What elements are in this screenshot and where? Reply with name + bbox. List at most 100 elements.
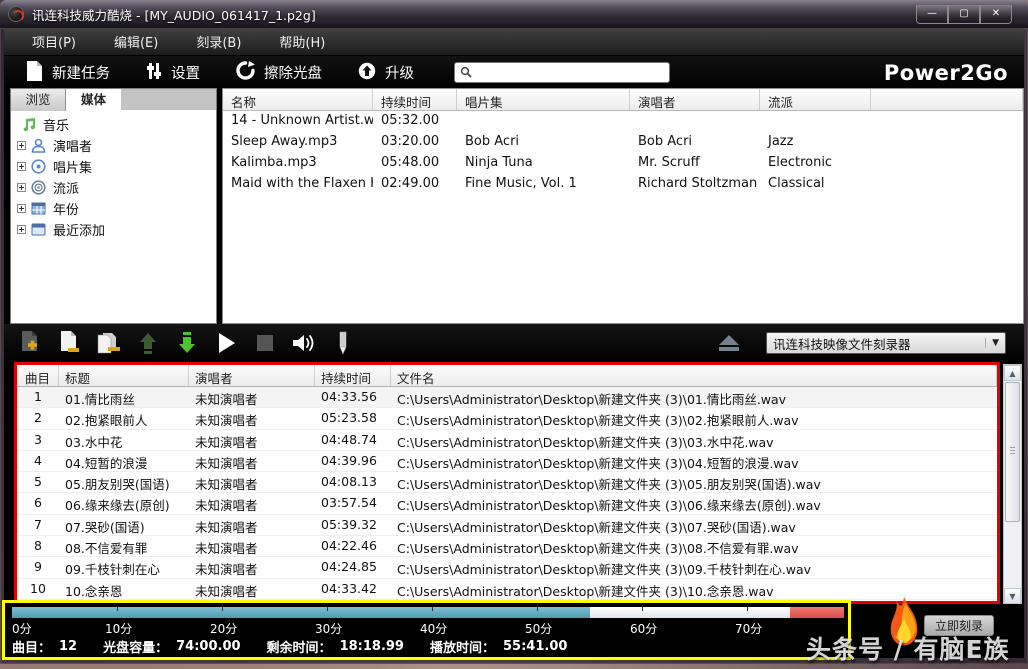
tick-label: 30分 bbox=[315, 620, 342, 637]
tree-item-year[interactable]: 年份 bbox=[11, 198, 216, 219]
move-down-button[interactable] bbox=[174, 330, 200, 356]
column-header[interactable]: 持续时间 bbox=[315, 365, 391, 386]
tick-label: 50分 bbox=[525, 620, 552, 637]
media-file-table: 名称 持续时间 唱片集 演唱者 流派 14 - Unknown Artist.w… bbox=[222, 88, 1024, 324]
column-header[interactable]: 名称 bbox=[223, 89, 373, 110]
expand-plus-icon[interactable] bbox=[17, 141, 26, 150]
minimize-button[interactable]: — bbox=[916, 5, 948, 24]
column-header[interactable]: 演唱者 bbox=[189, 365, 315, 386]
playlist-row[interactable]: 202.抱紧眼前人未知演唱者05:23.58C:\Users\Administr… bbox=[17, 408, 997, 429]
media-row[interactable]: 14 - Unknown Artist.wav05:32.00 bbox=[223, 111, 1023, 132]
tick-label: 70分 bbox=[735, 620, 762, 637]
column-header[interactable]: 文件名 bbox=[391, 365, 997, 386]
search-input[interactable] bbox=[472, 66, 664, 80]
menu-help[interactable]: 帮助(H) bbox=[267, 28, 337, 55]
tick-label: 40分 bbox=[420, 620, 447, 637]
playlist-row[interactable]: 1010.念亲恩未知演唱者04:33.42C:\Users\Administra… bbox=[17, 579, 997, 600]
tick-label: 20分 bbox=[210, 620, 237, 637]
column-header[interactable]: 曲目 bbox=[17, 365, 59, 386]
main-toolbar: 新建任务 设置 擦除光盘 升级 Power2Go bbox=[4, 56, 1024, 89]
close-button[interactable]: ✕ bbox=[980, 5, 1012, 24]
menu-burn[interactable]: 刻录(B) bbox=[184, 28, 253, 55]
column-header[interactable]: 持续时间 bbox=[373, 89, 457, 110]
title-bar: 讯连科技威力酷烧 - [MY_AUDIO_061417_1.p2g] — ▢ ✕ bbox=[0, 0, 1028, 28]
erase-disc-button[interactable]: 擦除光盘 bbox=[236, 61, 322, 84]
tracks-label: 曲目： bbox=[12, 637, 51, 656]
tick-label: 0分 bbox=[12, 620, 32, 637]
library-panel: 浏览 媒体 音乐 演唱者 bbox=[10, 88, 217, 324]
volume-button[interactable] bbox=[291, 330, 317, 356]
watermark-text: 头条号 / 有脑E族 bbox=[806, 630, 1010, 666]
playlist-row[interactable]: 505.朋友别哭(国语)未知演唱者04:08.13C:\Users\Admini… bbox=[17, 472, 997, 493]
recently-added-icon bbox=[31, 222, 47, 238]
new-task-button[interactable]: 新建任务 bbox=[26, 61, 110, 85]
tree-item-album[interactable]: 唱片集 bbox=[11, 156, 216, 177]
eject-icon[interactable] bbox=[716, 330, 742, 356]
edit-track-button[interactable] bbox=[330, 330, 356, 356]
expand-plus-icon[interactable] bbox=[17, 162, 26, 171]
tree-item-music[interactable]: 音乐 bbox=[11, 114, 216, 135]
menu-bar: 项目(P) 编辑(E) 刻录(B) 帮助(H) bbox=[4, 28, 1024, 56]
column-header[interactable]: 标题 bbox=[59, 365, 189, 386]
remove-track-button[interactable] bbox=[57, 330, 83, 356]
playlist-scrollbar[interactable]: ▲ ▼ bbox=[1003, 364, 1022, 605]
media-row[interactable]: Sleep Away.mp303:20.00Bob AcriBob AcriJa… bbox=[223, 132, 1023, 153]
remaining-time-label: 剩余时间： bbox=[267, 637, 332, 656]
search-icon bbox=[460, 63, 472, 82]
move-up-button[interactable] bbox=[135, 330, 161, 356]
tab-media[interactable]: 媒体 bbox=[66, 89, 121, 111]
track-toolbar: 讯连科技映像文件刻录器 ▼ bbox=[4, 324, 1024, 362]
expand-plus-icon[interactable] bbox=[17, 183, 26, 192]
tree-item-recently-added[interactable]: 最近添加 bbox=[11, 219, 216, 240]
search-box[interactable] bbox=[454, 62, 670, 83]
play-button[interactable] bbox=[213, 330, 239, 356]
disc-capacity-bar bbox=[12, 607, 844, 618]
sliders-icon bbox=[146, 62, 162, 84]
media-row[interactable]: Kalimba.mp305:48.00Ninja TunaMr. ScruffE… bbox=[223, 153, 1023, 174]
erase-disc-icon bbox=[236, 61, 255, 84]
add-track-button[interactable] bbox=[18, 330, 44, 356]
media-table-header: 名称 持续时间 唱片集 演唱者 流派 bbox=[223, 89, 1023, 111]
expand-plus-icon[interactable] bbox=[17, 225, 26, 234]
power2go-logo: Power2Go bbox=[884, 61, 1008, 85]
maximize-button[interactable]: ▢ bbox=[948, 5, 980, 24]
playlist-header: 曲目 标题 演唱者 持续时间 文件名 bbox=[17, 365, 997, 387]
tick-label: 60分 bbox=[630, 620, 657, 637]
playlist-row[interactable]: 707.哭砂(国语)未知演唱者05:39.32C:\Users\Administ… bbox=[17, 515, 997, 536]
tab-browse[interactable]: 浏览 bbox=[11, 89, 66, 111]
disc-capacity-value: 74:00.00 bbox=[176, 639, 240, 654]
library-tabs: 浏览 媒体 bbox=[10, 88, 217, 110]
playlist-row[interactable]: 909.千枝针刺在心未知演唱者04:24.85C:\Users\Administ… bbox=[17, 557, 997, 578]
play-time-label: 播放时间： bbox=[430, 637, 495, 656]
settings-button[interactable]: 设置 bbox=[146, 62, 200, 84]
playlist-table: 曲目 标题 演唱者 持续时间 文件名 101.情比雨丝未知演唱者04:33.56… bbox=[14, 362, 1000, 604]
tick-label: 10分 bbox=[105, 620, 132, 637]
column-header[interactable]: 流派 bbox=[760, 89, 871, 110]
playlist-row[interactable]: 303.水中花未知演唱者04:48.74C:\Users\Administrat… bbox=[17, 430, 997, 451]
menu-edit[interactable]: 编辑(E) bbox=[102, 28, 170, 55]
burner-dropdown[interactable]: 讯连科技映像文件刻录器 ▼ bbox=[766, 332, 1006, 354]
upgrade-icon bbox=[358, 62, 376, 84]
media-row[interactable]: Maid with the Flaxen H...02:49.00Fine Mu… bbox=[223, 174, 1023, 195]
play-time-value: 55:41.00 bbox=[503, 639, 567, 654]
scroll-down-icon[interactable]: ▼ bbox=[1004, 588, 1021, 604]
status-line: 曲目： 12 光盘容量： 74:00.00 剩余时间： 18:18.99 播放时… bbox=[12, 637, 593, 656]
tree-item-genre[interactable]: 流派 bbox=[11, 177, 216, 198]
artist-icon bbox=[31, 138, 47, 154]
playlist-row[interactable]: 101.情比雨丝未知演唱者04:33.56C:\Users\Administra… bbox=[17, 387, 997, 408]
menu-project[interactable]: 项目(P) bbox=[20, 28, 88, 55]
expand-plus-icon[interactable] bbox=[17, 204, 26, 213]
app-icon bbox=[8, 6, 24, 22]
stop-button[interactable] bbox=[252, 330, 278, 356]
scroll-up-icon[interactable]: ▲ bbox=[1004, 365, 1021, 381]
playlist-row[interactable]: 404.短暂的浪漫未知演唱者04:39.96C:\Users\Administr… bbox=[17, 451, 997, 472]
scrollbar-thumb[interactable] bbox=[1005, 382, 1020, 522]
playlist-row[interactable]: 808.不信爱有罪未知演唱者04:22.46C:\Users\Administr… bbox=[17, 536, 997, 557]
remove-all-tracks-button[interactable] bbox=[96, 330, 122, 356]
chevron-down-icon: ▼ bbox=[985, 338, 1005, 348]
column-header[interactable]: 唱片集 bbox=[457, 89, 630, 110]
playlist-row[interactable]: 606.缘来缘去(原创)未知演唱者03:57.54C:\Users\Admini… bbox=[17, 493, 997, 514]
column-header[interactable]: 演唱者 bbox=[630, 89, 760, 110]
tree-item-artist[interactable]: 演唱者 bbox=[11, 135, 216, 156]
upgrade-button[interactable]: 升级 bbox=[358, 62, 414, 84]
